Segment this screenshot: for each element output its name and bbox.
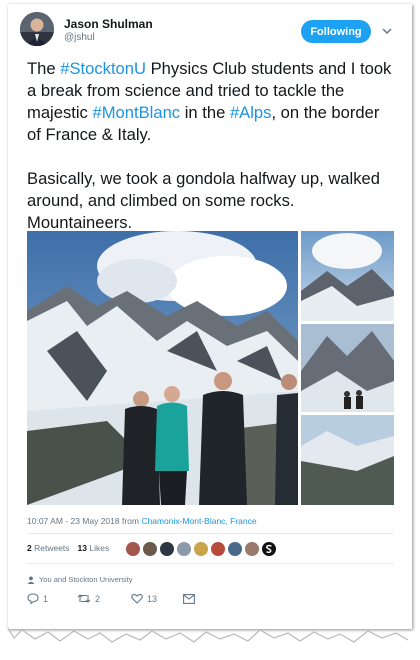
retweet-button[interactable]: 2: [77, 593, 131, 604]
thumbnail-photo-1[interactable]: [301, 231, 394, 321]
hashtag-link[interactable]: #StocktonU: [60, 59, 146, 78]
heart-icon: [131, 593, 143, 604]
liker-avatar[interactable]: [142, 541, 158, 557]
retweets-count: 2: [27, 543, 32, 553]
tweet-timestamp: 10:07 AM - 23 May 2018 from Chamonix-Mon…: [27, 516, 257, 526]
divider: [27, 533, 394, 534]
torn-paper-edge: [0, 627, 420, 660]
liker-avatar[interactable]: [193, 541, 209, 557]
person-icon: [27, 576, 35, 584]
avatar[interactable]: [20, 12, 54, 46]
engagement-stats: 2 Retweets 13 Likes: [27, 543, 109, 553]
likers-avatars[interactable]: [125, 541, 277, 557]
chevron-down-icon[interactable]: [382, 24, 392, 38]
tweet-time: 10:07 AM - 23 May 2018 from: [27, 516, 142, 526]
retweets-stat[interactable]: 2 Retweets: [27, 543, 70, 553]
likes-stat[interactable]: 13 Likes: [78, 543, 110, 553]
retweets-label: Retweets: [34, 543, 70, 553]
likes-label: Likes: [89, 543, 110, 553]
direct-message-button[interactable]: [183, 593, 195, 604]
liker-avatar[interactable]: [244, 541, 260, 557]
hashtag-link[interactable]: #MontBlanc: [92, 103, 180, 122]
tweet-location-link[interactable]: Chamonix-Mont-Blanc, France: [141, 516, 256, 526]
divider: [27, 563, 394, 564]
author-name[interactable]: Jason Shulman: [64, 17, 153, 31]
following-button[interactable]: Following: [301, 20, 371, 43]
author-handle[interactable]: @jshul: [64, 32, 95, 43]
reply-icon: [27, 593, 39, 604]
social-context-text: You and Stockton University: [39, 575, 133, 584]
social-context: You and Stockton University: [27, 575, 133, 584]
reply-count: 1: [43, 593, 49, 604]
liker-avatar[interactable]: [159, 541, 175, 557]
thumbnail-photo-3[interactable]: [301, 415, 394, 505]
hashtag-link[interactable]: #Alps: [230, 103, 272, 122]
liker-avatar[interactable]: [261, 541, 277, 557]
thumbnail-photo-2[interactable]: [301, 324, 394, 412]
liker-avatar[interactable]: [227, 541, 243, 557]
retweet-icon: [77, 594, 91, 603]
tweet-photo-grid[interactable]: [27, 231, 394, 505]
liker-avatar[interactable]: [210, 541, 226, 557]
tweet-text-segment: , on the border of France & Italy. Basic…: [27, 103, 380, 232]
reply-button[interactable]: 1: [27, 593, 77, 604]
like-count: 13: [147, 593, 158, 604]
likes-count: 13: [77, 543, 88, 553]
tweet-text-segment: in the: [180, 103, 230, 122]
liker-avatar[interactable]: [125, 541, 141, 557]
main-photo[interactable]: [27, 231, 298, 505]
message-icon: [183, 593, 195, 604]
stockton-logo-icon: [262, 542, 276, 556]
like-button[interactable]: 13: [131, 593, 183, 604]
tweet-actions: 1 2 13: [27, 593, 195, 604]
liker-avatar[interactable]: [176, 541, 192, 557]
retweet-count: 2: [95, 593, 101, 604]
tweet-text: The #StocktonU Physics Club students and…: [27, 58, 397, 234]
tweet-text-segment: The: [27, 59, 61, 78]
